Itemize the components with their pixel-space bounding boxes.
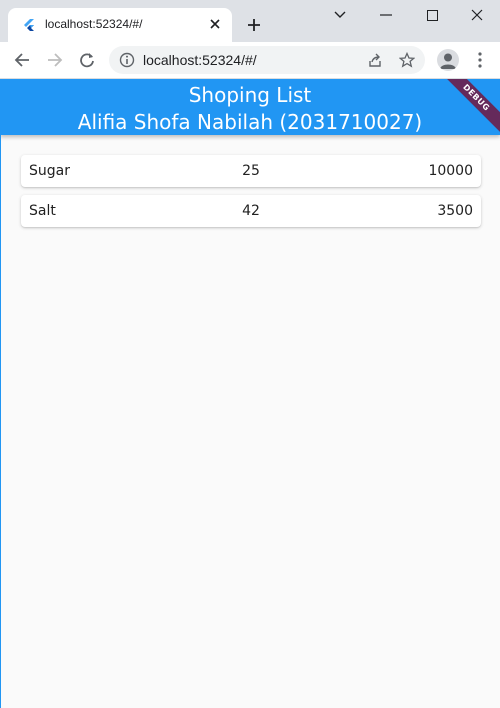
plus-icon[interactable] (243, 14, 265, 36)
forward-arrow-icon[interactable] (42, 47, 68, 73)
tab-title: localhost:52324/#/ (45, 17, 143, 31)
list-item[interactable]: Salt 42 3500 (21, 195, 481, 227)
more-vert-icon[interactable] (472, 50, 488, 70)
browser-toolbar: localhost:52324/#/ (0, 42, 500, 79)
shopping-list: Sugar 25 10000 Salt 42 3500 (21, 155, 481, 235)
close-window-icon[interactable] (454, 0, 500, 30)
page-subtitle: Alifia Shofa Nabilah (2031710027) (77, 110, 423, 134)
item-quantity: 25 (242, 163, 260, 179)
chevron-down-icon[interactable] (317, 0, 363, 30)
maximize-icon[interactable] (409, 0, 455, 30)
url-text[interactable]: localhost:52324/#/ (143, 52, 257, 68)
info-icon[interactable] (119, 52, 135, 68)
flutter-favicon-icon (22, 18, 36, 32)
back-arrow-icon[interactable] (9, 47, 35, 73)
share-icon[interactable] (367, 52, 383, 68)
profile-icon[interactable] (437, 49, 459, 71)
app-viewport: Shoping List Alifia Shofa Nabilah (20317… (0, 79, 500, 708)
item-price: 3500 (437, 203, 473, 219)
page-title: Shoping List (188, 83, 312, 107)
tab-strip: localhost:52324/#/ (0, 0, 500, 42)
browser-tab[interactable]: localhost:52324/#/ (8, 8, 232, 42)
star-icon[interactable] (398, 51, 416, 68)
app-bar: Shoping List Alifia Shofa Nabilah (20317… (0, 79, 500, 139)
close-icon[interactable] (207, 16, 223, 32)
item-price: 10000 (428, 163, 473, 179)
minimize-icon[interactable] (363, 0, 409, 30)
reload-icon[interactable] (74, 47, 100, 73)
window-edge (0, 79, 1, 708)
list-item[interactable]: Sugar 25 10000 (21, 155, 481, 187)
address-bar[interactable]: localhost:52324/#/ (109, 46, 425, 74)
item-quantity: 42 (242, 203, 260, 219)
